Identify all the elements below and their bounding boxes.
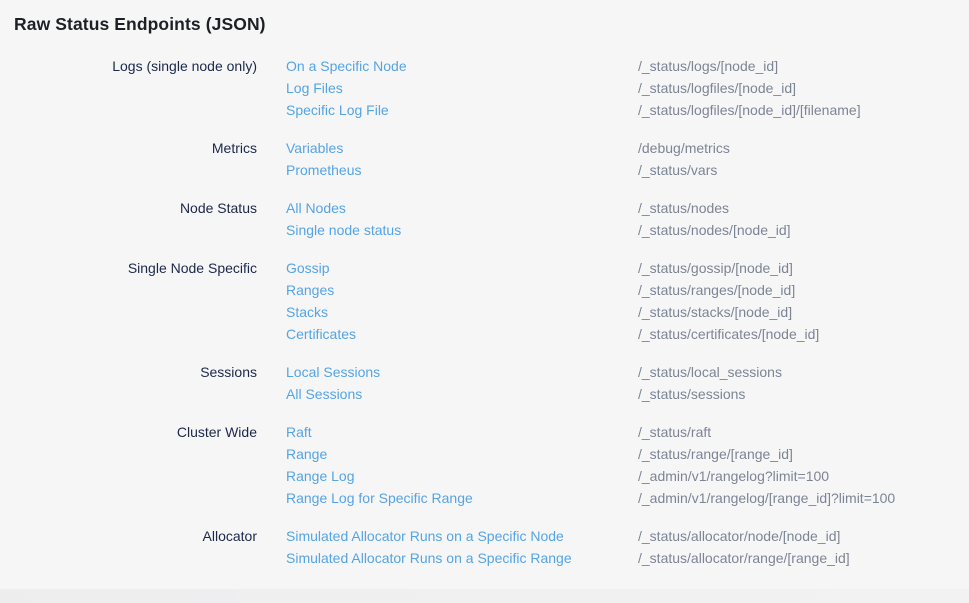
endpoint-link[interactable]: All Nodes bbox=[286, 200, 346, 216]
category-spacer bbox=[0, 465, 257, 487]
category-spacer bbox=[0, 279, 257, 301]
endpoint-group-single-node: Single Node Specific Gossip /_status/gos… bbox=[0, 257, 969, 345]
endpoint-link[interactable]: Simulated Allocator Runs on a Specific N… bbox=[286, 528, 564, 544]
endpoint-link[interactable]: Stacks bbox=[286, 304, 328, 320]
endpoint-group-allocator: Allocator Simulated Allocator Runs on a … bbox=[0, 525, 969, 569]
endpoint-path: /_status/certificates/[node_id] bbox=[638, 323, 969, 345]
endpoint-row: Metrics Variables /debug/metrics bbox=[0, 137, 969, 159]
category-spacer bbox=[0, 219, 257, 241]
endpoint-row: Range Log for Specific Range /_admin/v1/… bbox=[0, 487, 969, 509]
endpoint-link[interactable]: Simulated Allocator Runs on a Specific R… bbox=[286, 550, 572, 566]
endpoint-row: Sessions Local Sessions /_status/local_s… bbox=[0, 361, 969, 383]
endpoint-path: /_status/sessions bbox=[638, 383, 969, 405]
endpoint-row: Specific Log File /_status/logfiles/[nod… bbox=[0, 99, 969, 121]
endpoint-link[interactable]: Range Log for Specific Range bbox=[286, 490, 473, 506]
endpoint-link[interactable]: Range Log bbox=[286, 468, 355, 484]
endpoint-link[interactable]: Log Files bbox=[286, 80, 343, 96]
endpoint-row: Prometheus /_status/vars bbox=[0, 159, 969, 181]
endpoint-link[interactable]: On a Specific Node bbox=[286, 58, 407, 74]
category-spacer bbox=[0, 383, 257, 405]
category-spacer bbox=[0, 159, 257, 181]
category-label: Single Node Specific bbox=[0, 257, 257, 279]
endpoint-path: /_status/logfiles/[node_id]/[filename] bbox=[638, 99, 969, 121]
endpoint-row: Allocator Simulated Allocator Runs on a … bbox=[0, 525, 969, 547]
endpoint-link[interactable]: Certificates bbox=[286, 326, 356, 342]
endpoint-link[interactable]: Variables bbox=[286, 140, 343, 156]
endpoint-path: /_admin/v1/rangelog?limit=100 bbox=[638, 465, 969, 487]
endpoint-link[interactable]: Raft bbox=[286, 424, 312, 440]
endpoint-group-logs: Logs (single node only) On a Specific No… bbox=[0, 55, 969, 121]
category-spacer bbox=[0, 301, 257, 323]
endpoint-row: Logs (single node only) On a Specific No… bbox=[0, 55, 969, 77]
category-spacer bbox=[0, 547, 257, 569]
category-spacer bbox=[0, 487, 257, 509]
endpoint-link[interactable]: All Sessions bbox=[286, 386, 362, 402]
endpoint-path: /debug/metrics bbox=[638, 137, 969, 159]
endpoint-group-metrics: Metrics Variables /debug/metrics Prometh… bbox=[0, 137, 969, 181]
endpoint-link[interactable]: Prometheus bbox=[286, 162, 361, 178]
endpoint-link[interactable]: Specific Log File bbox=[286, 102, 389, 118]
category-spacer bbox=[0, 77, 257, 99]
endpoint-path: /_status/allocator/node/[node_id] bbox=[638, 525, 969, 547]
endpoint-path: /_status/gossip/[node_id] bbox=[638, 257, 969, 279]
endpoint-path: /_admin/v1/rangelog/[range_id]?limit=100 bbox=[638, 487, 969, 509]
endpoint-path: /_status/logfiles/[node_id] bbox=[638, 77, 969, 99]
endpoint-row: Log Files /_status/logfiles/[node_id] bbox=[0, 77, 969, 99]
category-spacer bbox=[0, 323, 257, 345]
endpoint-link[interactable]: Gossip bbox=[286, 260, 330, 276]
endpoint-row: All Sessions /_status/sessions bbox=[0, 383, 969, 405]
endpoint-path: /_status/stacks/[node_id] bbox=[638, 301, 969, 323]
endpoint-row: Cluster Wide Raft /_status/raft bbox=[0, 421, 969, 443]
endpoint-row: Stacks /_status/stacks/[node_id] bbox=[0, 301, 969, 323]
page-title: Raw Status Endpoints (JSON) bbox=[0, 0, 969, 35]
category-label: Sessions bbox=[0, 361, 257, 383]
endpoint-row: Single Node Specific Gossip /_status/gos… bbox=[0, 257, 969, 279]
endpoint-path: /_status/raft bbox=[638, 421, 969, 443]
endpoint-path: /_status/ranges/[node_id] bbox=[638, 279, 969, 301]
endpoint-row: Ranges /_status/ranges/[node_id] bbox=[0, 279, 969, 301]
endpoint-path: /_status/allocator/range/[range_id] bbox=[638, 547, 969, 569]
endpoints-list: Logs (single node only) On a Specific No… bbox=[0, 55, 969, 569]
endpoint-path: /_status/range/[range_id] bbox=[638, 443, 969, 465]
endpoint-path: /_status/nodes/[node_id] bbox=[638, 219, 969, 241]
endpoint-group-cluster-wide: Cluster Wide Raft /_status/raft Range /_… bbox=[0, 421, 969, 509]
category-label: Allocator bbox=[0, 525, 257, 547]
bottom-shade bbox=[0, 589, 969, 603]
endpoint-link[interactable]: Local Sessions bbox=[286, 364, 380, 380]
category-spacer bbox=[0, 99, 257, 121]
endpoint-path: /_status/logs/[node_id] bbox=[638, 55, 969, 77]
endpoint-path: /_status/local_sessions bbox=[638, 361, 969, 383]
endpoint-row: Range /_status/range/[range_id] bbox=[0, 443, 969, 465]
category-label: Cluster Wide bbox=[0, 421, 257, 443]
endpoint-path: /_status/vars bbox=[638, 159, 969, 181]
endpoint-link[interactable]: Ranges bbox=[286, 282, 334, 298]
category-label: Metrics bbox=[0, 137, 257, 159]
category-label: Logs (single node only) bbox=[0, 55, 257, 77]
endpoint-row: Certificates /_status/certificates/[node… bbox=[0, 323, 969, 345]
endpoint-row: Simulated Allocator Runs on a Specific R… bbox=[0, 547, 969, 569]
endpoint-row: Single node status /_status/nodes/[node_… bbox=[0, 219, 969, 241]
category-spacer bbox=[0, 443, 257, 465]
endpoint-row: Range Log /_admin/v1/rangelog?limit=100 bbox=[0, 465, 969, 487]
endpoint-link[interactable]: Range bbox=[286, 446, 327, 462]
endpoint-group-node-status: Node Status All Nodes /_status/nodes Sin… bbox=[0, 197, 969, 241]
endpoint-path: /_status/nodes bbox=[638, 197, 969, 219]
endpoint-group-sessions: Sessions Local Sessions /_status/local_s… bbox=[0, 361, 969, 405]
endpoint-link[interactable]: Single node status bbox=[286, 222, 401, 238]
category-label: Node Status bbox=[0, 197, 257, 219]
endpoint-row: Node Status All Nodes /_status/nodes bbox=[0, 197, 969, 219]
